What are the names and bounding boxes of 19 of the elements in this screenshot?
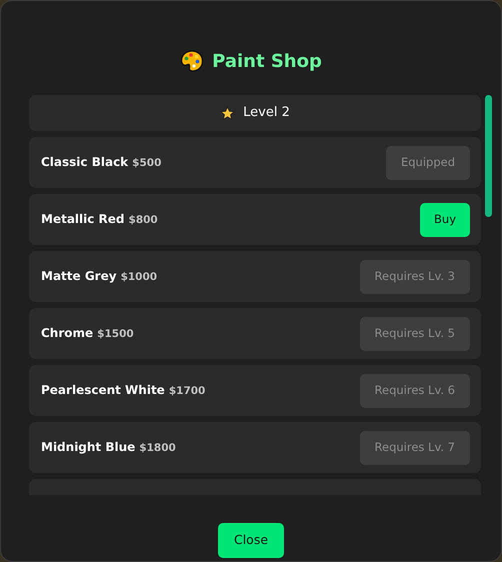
close-button[interactable]: Close bbox=[218, 523, 284, 558]
paint-name: Midnight Blue bbox=[41, 439, 136, 456]
paint-price: $1000 bbox=[120, 270, 158, 286]
paint-name: Pearlescent White bbox=[41, 382, 165, 400]
paint-price: $1800 bbox=[139, 441, 176, 456]
paint-name: Matte Grey bbox=[41, 268, 117, 286]
paint-price: $1700 bbox=[168, 384, 206, 400]
dialog-title: Paint Shop bbox=[212, 50, 322, 74]
star-icon bbox=[220, 106, 236, 120]
paint-name: Metallic Red bbox=[41, 211, 125, 228]
paint-price: $800 bbox=[128, 213, 158, 228]
palette-icon bbox=[180, 49, 204, 73]
paint-price: $500 bbox=[132, 156, 162, 172]
scrollbar-thumb[interactable] bbox=[485, 95, 492, 217]
paint-name: Chrome bbox=[41, 325, 94, 342]
level-label: Level 2 bbox=[243, 104, 290, 122]
buy-button[interactable]: Buy bbox=[420, 202, 470, 236]
paint-price: $1500 bbox=[97, 327, 134, 342]
paint-name: Classic Black bbox=[41, 154, 128, 172]
